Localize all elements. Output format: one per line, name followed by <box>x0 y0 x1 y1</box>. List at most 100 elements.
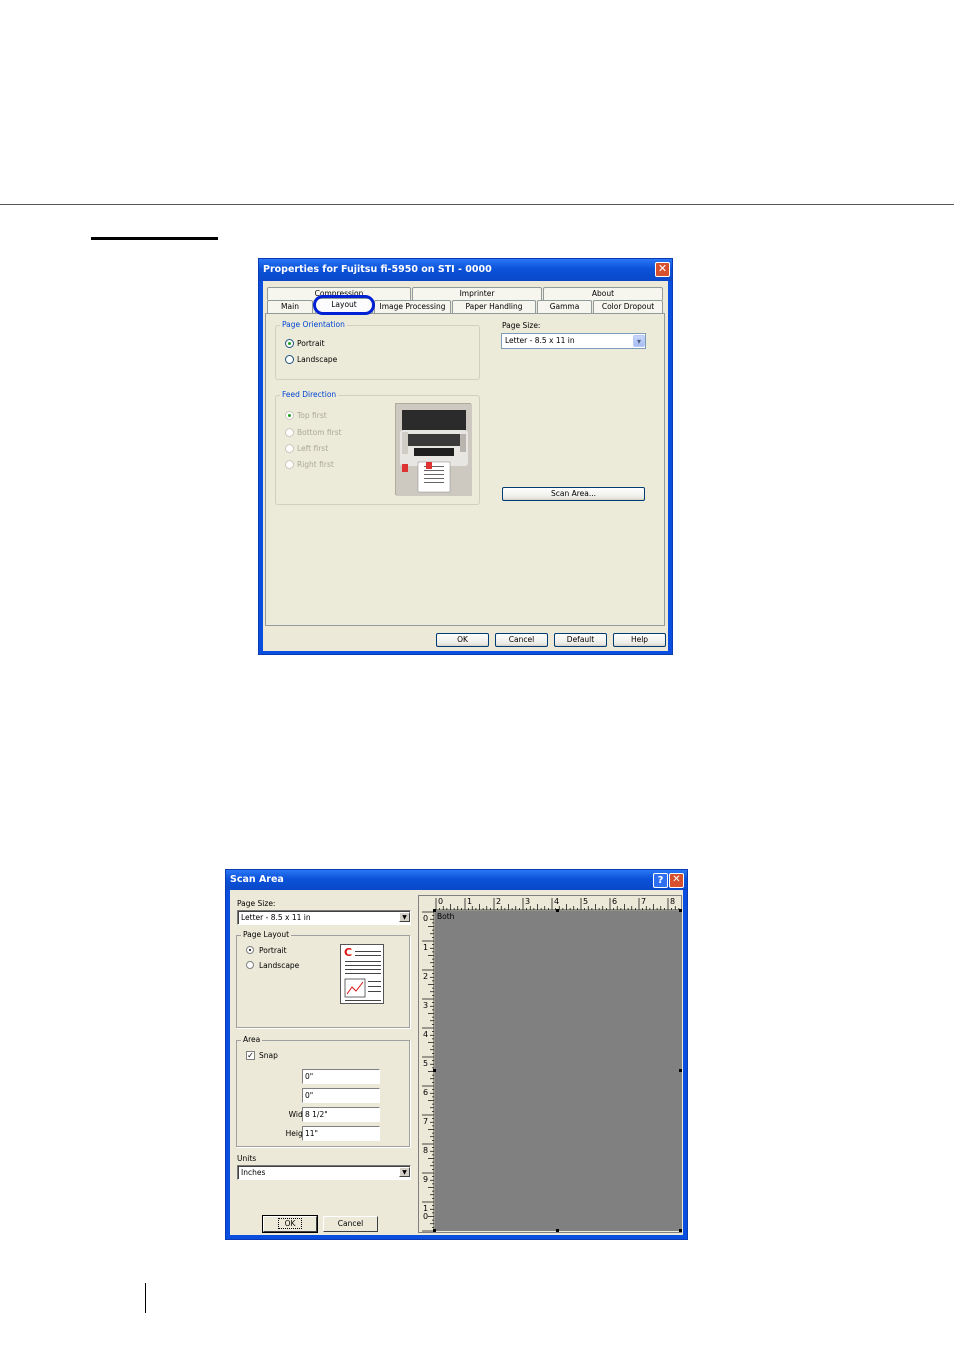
scan-area-title: Scan Area <box>230 874 284 885</box>
handle-t[interactable] <box>556 909 559 912</box>
width-input[interactable]: 8 1/2" <box>302 1107 380 1122</box>
properties-dialog: Properties for Fujitsu fi-5950 on STI - … <box>258 258 673 655</box>
scan-page-size-combo[interactable]: Letter - 8.5 x 11 in <box>237 910 411 925</box>
scan-landscape-radio[interactable] <box>246 961 254 969</box>
handle-r[interactable] <box>679 1069 682 1072</box>
thumb-lines <box>344 951 381 1001</box>
left-first-label: Left first <box>297 444 329 453</box>
layout-tab-highlight <box>313 295 375 315</box>
scan-page-size-label: Page Size: <box>237 899 276 908</box>
v-ruler-label: 3 <box>423 1001 428 1010</box>
scan-area-client: Page Size: Letter - 8.5 x 11 in ▼ Page L… <box>230 890 683 1235</box>
h-ruler-label: 6 <box>612 897 617 906</box>
cancel-button[interactable]: Cancel <box>495 633 548 647</box>
chevron-down-icon[interactable]: ▼ <box>399 1167 410 1177</box>
handle-tl[interactable] <box>433 909 436 912</box>
snap-label: Snap <box>259 1051 278 1060</box>
snap-checkbox[interactable]: ✓ <box>246 1051 255 1060</box>
page-size-label: Page Size: <box>502 321 541 330</box>
preview-side-label: Both <box>437 912 455 921</box>
y-input[interactable]: 0" <box>302 1088 380 1103</box>
handle-bl[interactable] <box>433 1229 436 1232</box>
h-ruler-label: 7 <box>641 897 646 906</box>
handle-l[interactable] <box>433 1069 436 1072</box>
chevron-down-icon[interactable]: ▼ <box>399 912 410 922</box>
scan-landscape-label: Landscape <box>259 961 300 970</box>
scan-page-size-value: Letter - 8.5 x 11 in <box>241 913 311 922</box>
scan-ok-label: OK <box>277 1218 303 1229</box>
properties-title: Properties for Fujitsu fi-5950 on STI - … <box>263 264 492 275</box>
page-layout-thumbnail: C <box>340 944 384 1004</box>
h-ruler-label: 0 <box>438 897 443 906</box>
area-title: Area <box>241 1035 263 1044</box>
tab-main[interactable]: Main <box>267 300 313 313</box>
tab-gamma[interactable]: Gamma <box>537 300 592 313</box>
v-ruler-label: 5 <box>423 1059 428 1068</box>
scan-ok-button[interactable]: OK <box>262 1215 318 1233</box>
scanner-illustration <box>396 404 472 496</box>
handle-b[interactable] <box>556 1229 559 1232</box>
tab-color-dropout[interactable]: Color Dropout <box>593 300 663 313</box>
portrait-label: Portrait <box>297 339 325 348</box>
h-ruler-label: 3 <box>525 897 530 906</box>
page-size-combo[interactable]: Letter - 8.5 x 11 in <box>501 333 646 349</box>
preview-frame: 012345678012345678910 Both <box>418 895 682 1233</box>
tab-imprinter[interactable]: Imprinter <box>412 287 542 300</box>
v-ruler-label: 0 <box>423 914 428 923</box>
h-ruler-label: 4 <box>554 897 559 906</box>
right-first-label: Right first <box>297 460 334 469</box>
units-label: Units <box>237 1154 257 1163</box>
default-button[interactable]: Default <box>554 633 607 647</box>
v-ruler-label: 4 <box>423 1030 428 1039</box>
header-rule <box>0 204 954 205</box>
tab-paper-handling[interactable]: Paper Handling <box>452 300 536 313</box>
h-ruler-label: 2 <box>496 897 501 906</box>
bottom-first-radio[interactable] <box>285 428 294 437</box>
h-ruler-label: 8 <box>670 897 675 906</box>
page-size-value: Letter - 8.5 x 11 in <box>505 336 575 345</box>
properties-titlebar: Properties for Fujitsu fi-5950 on STI - … <box>259 259 672 281</box>
v-ruler-label: 9 <box>423 1175 428 1184</box>
landscape-radio[interactable] <box>285 355 294 364</box>
page-orientation-group <box>275 325 480 380</box>
portrait-radio[interactable] <box>285 339 294 348</box>
page-margin-bar <box>145 1283 146 1313</box>
scan-area-button[interactable]: Scan Area... <box>502 487 645 501</box>
tab-image-processing[interactable]: Image Processing <box>374 300 451 313</box>
top-first-radio[interactable] <box>285 411 294 420</box>
units-combo[interactable]: Inches <box>237 1165 411 1180</box>
feed-direction-title: Feed Direction <box>280 390 339 399</box>
close-icon[interactable]: ✕ <box>669 873 684 888</box>
scan-preview-area[interactable]: Both <box>433 909 682 1232</box>
section-underline <box>91 237 218 240</box>
chevron-down-icon[interactable]: ▾ <box>633 335 645 347</box>
scan-cancel-button[interactable]: Cancel <box>323 1216 378 1232</box>
scan-area-titlebar: Scan Area <box>226 870 687 890</box>
scan-portrait-label: Portrait <box>259 946 287 955</box>
handle-tr[interactable] <box>679 909 682 912</box>
height-input[interactable]: 11" <box>302 1126 380 1141</box>
left-first-radio[interactable] <box>285 444 294 453</box>
scanner-image <box>395 403 472 496</box>
help-icon[interactable]: ? <box>653 873 668 888</box>
handle-br[interactable] <box>679 1229 682 1232</box>
bottom-first-label: Bottom first <box>297 428 342 437</box>
properties-client: Compression Imprinter About Main Layout … <box>263 281 668 651</box>
right-first-radio[interactable] <box>285 460 294 469</box>
v-ruler-label: 1 <box>423 943 428 952</box>
page-orientation-title: Page Orientation <box>280 320 347 329</box>
ok-button[interactable]: OK <box>436 633 489 647</box>
scan-area-dialog: Scan Area ? ✕ Page Size: Letter - 8.5 x … <box>225 869 688 1240</box>
scan-portrait-radio[interactable] <box>246 946 254 954</box>
v-ruler-label: 8 <box>423 1146 428 1155</box>
x-input[interactable]: 0" <box>302 1069 380 1084</box>
v-ruler-label: 2 <box>423 972 428 981</box>
close-icon[interactable]: ✕ <box>655 262 670 277</box>
help-button[interactable]: Help <box>613 633 666 647</box>
tab-about[interactable]: About <box>543 287 663 300</box>
landscape-label: Landscape <box>297 355 338 364</box>
v-ruler-label: 0 <box>423 1212 428 1221</box>
v-ruler-label: 7 <box>423 1117 428 1126</box>
units-value: Inches <box>241 1168 266 1177</box>
layout-panel-body: Page Orientation Portrait Landscape Feed… <box>266 314 664 625</box>
